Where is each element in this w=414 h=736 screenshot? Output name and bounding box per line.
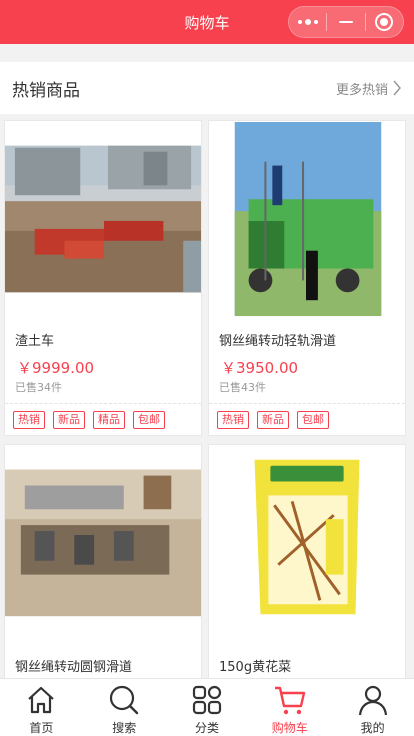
more-dots-icon xyxy=(297,19,318,25)
chevron-right-icon xyxy=(393,80,401,96)
product-image xyxy=(5,445,201,625)
product-image xyxy=(5,121,201,313)
tab-home[interactable]: 首页 xyxy=(0,679,83,736)
product-card[interactable]: 渣土车 ￥9999.00 已售34件 热销 新品 精品 包邮 xyxy=(4,120,202,436)
product-card[interactable]: 钢丝绳转动轻轨滑道 ￥3950.00 已售43件 热销 新品 包邮 xyxy=(208,120,406,436)
tag-label: 包邮 xyxy=(133,411,165,429)
tab-profile[interactable]: 我的 xyxy=(331,679,414,736)
product-image xyxy=(209,445,405,625)
tag-label: 包邮 xyxy=(297,411,329,429)
section-title: 热销商品 xyxy=(12,80,80,101)
product-tags: 热销 新品 精品 包邮 xyxy=(13,411,165,429)
tab-category[interactable]: 分类 xyxy=(166,679,249,736)
hot-products-header: 热销商品 更多热销 xyxy=(0,62,414,114)
tag-label: 新品 xyxy=(53,411,85,429)
product-tags: 热销 新品 包邮 xyxy=(217,411,329,429)
more-hot-link[interactable]: 更多热销 xyxy=(336,79,402,98)
card-divider xyxy=(209,403,405,404)
tag-label: 热销 xyxy=(13,411,45,429)
tag-label: 精品 xyxy=(93,411,125,429)
minimize-icon xyxy=(338,21,353,23)
navigation-bar: 购物车 xyxy=(0,0,414,44)
tab-search[interactable]: 搜索 xyxy=(83,679,166,736)
tab-label: 购物车 xyxy=(271,721,308,735)
product-grid: 渣土车 ￥9999.00 已售34件 热销 新品 精品 包邮 钢丝绳转动轻轨滑道… xyxy=(0,114,414,684)
product-price: ￥3950.00 xyxy=(221,359,299,377)
tab-cart[interactable]: 购物车 xyxy=(248,679,331,736)
close-program-button[interactable] xyxy=(366,7,403,37)
search-icon xyxy=(110,685,139,715)
cart-icon xyxy=(274,686,305,715)
sold-count: 已售43件 xyxy=(219,381,266,394)
category-icon xyxy=(192,685,222,715)
product-name: 渣土车 xyxy=(15,334,55,349)
tag-label: 热销 xyxy=(217,411,249,429)
tab-label: 首页 xyxy=(29,721,54,735)
product-name: 钢丝绳转动圆钢滑道 xyxy=(15,660,133,675)
tab-label: 我的 xyxy=(360,721,385,735)
home-icon xyxy=(28,686,55,714)
more-menu-button[interactable] xyxy=(289,7,326,37)
product-image xyxy=(209,122,405,320)
more-hot-label: 更多热销 xyxy=(335,82,388,98)
tab-label: 分类 xyxy=(194,721,219,735)
card-divider xyxy=(5,403,201,404)
page-title: 购物车 xyxy=(184,13,230,32)
bottom-tab-bar: 首页 搜索 分类 购物车 我的 xyxy=(0,678,414,736)
sold-count: 已售34件 xyxy=(15,381,62,394)
product-name: 钢丝绳转动轻轨滑道 xyxy=(219,334,337,349)
tag-label: 新品 xyxy=(257,411,289,429)
mini-program-capsule xyxy=(288,6,404,38)
user-icon xyxy=(358,685,387,716)
tab-label: 搜索 xyxy=(112,721,137,735)
product-name: 150g黄花菜 xyxy=(219,660,292,675)
minimize-button[interactable] xyxy=(327,7,364,37)
product-card[interactable]: 150g黄花菜 xyxy=(208,444,406,684)
product-price: ￥9999.00 xyxy=(17,359,95,377)
product-card[interactable]: 钢丝绳转动圆钢滑道 xyxy=(4,444,202,684)
close-target-icon xyxy=(375,13,394,31)
